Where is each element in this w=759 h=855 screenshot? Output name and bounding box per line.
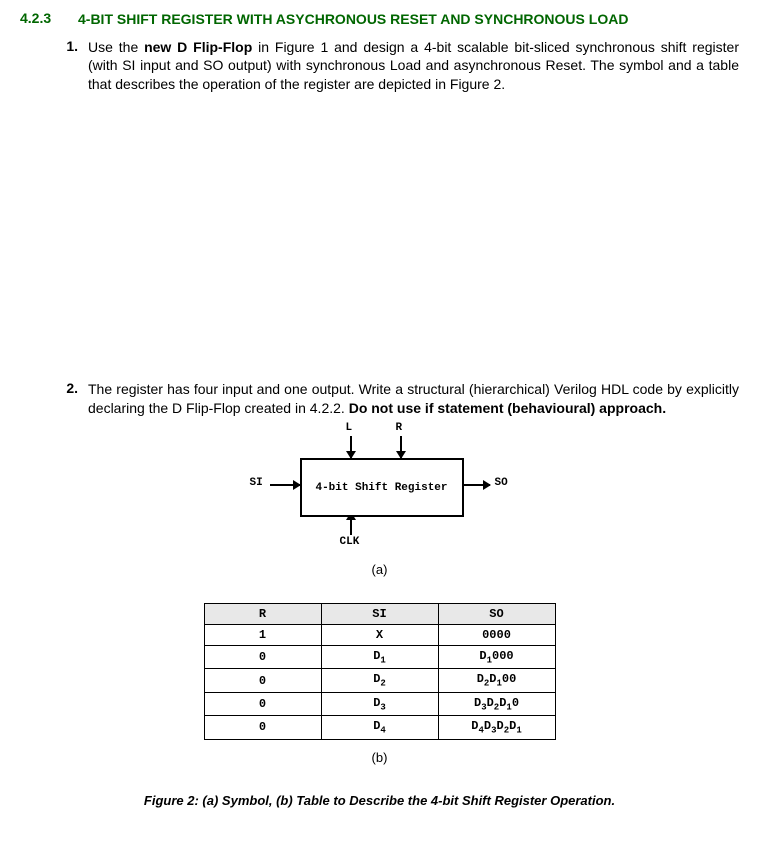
- vertical-gap: [20, 100, 739, 380]
- label-clk: CLK: [340, 536, 360, 548]
- table-cell: X: [321, 625, 438, 646]
- table-cell: D4: [321, 716, 438, 739]
- table-row: 0D4D4D3D2D1: [204, 716, 555, 739]
- list-item-1: 1. Use the new D Flip-Flop in Figure 1 a…: [20, 38, 739, 95]
- sublabel-a: (a): [372, 562, 388, 577]
- item-body: The register has four input and one outp…: [88, 380, 739, 418]
- table-cell: 0000: [438, 625, 555, 646]
- table-row: 0D3D3D2D10: [204, 692, 555, 715]
- table-cell: 0: [204, 669, 321, 692]
- label-so: SO: [495, 477, 508, 489]
- th-so: SO: [438, 604, 555, 625]
- table-row: 1X0000: [204, 625, 555, 646]
- item-body: Use the new D Flip-Flop in Figure 1 and …: [88, 38, 739, 95]
- table-cell: D1: [321, 646, 438, 669]
- sublabel-b: (b): [372, 750, 388, 765]
- block-diagram: L R SI SO CLK 4-bit Shift Register: [260, 428, 500, 558]
- list-item-2: 2. The register has four input and one o…: [20, 380, 739, 418]
- arrow-si: [270, 484, 300, 486]
- table-row: 0D1D1000: [204, 646, 555, 669]
- table-cell: D2: [321, 669, 438, 692]
- arrow-so: [460, 484, 490, 486]
- table-header-row: R SI SO: [204, 604, 555, 625]
- text: Use the: [88, 39, 144, 55]
- label-l: L: [346, 422, 353, 434]
- section-heading: 4.2.3 4-BIT SHIFT REGISTER WITH ASYCHRON…: [20, 10, 739, 30]
- table-cell: D4D3D2D1: [438, 716, 555, 739]
- table-cell: D2D100: [438, 669, 555, 692]
- label-r: R: [396, 422, 403, 434]
- arrow-r: [400, 436, 402, 458]
- table-cell: D1000: [438, 646, 555, 669]
- figure-caption: Figure 2: (a) Symbol, (b) Table to Descr…: [144, 793, 615, 808]
- table-cell: 0: [204, 646, 321, 669]
- bold-text: new D Flip-Flop: [144, 39, 252, 55]
- th-r: R: [204, 604, 321, 625]
- register-box: 4-bit Shift Register: [300, 458, 464, 517]
- figure-2: L R SI SO CLK 4-bit Shift Register (a) R…: [20, 428, 739, 808]
- table-cell: D3D2D10: [438, 692, 555, 715]
- page: 4.2.3 4-BIT SHIFT REGISTER WITH ASYCHRON…: [0, 0, 759, 828]
- table-row: 0D2D2D100: [204, 669, 555, 692]
- table-cell: D3: [321, 692, 438, 715]
- label-si: SI: [250, 477, 263, 489]
- table-cell: 0: [204, 716, 321, 739]
- th-si: SI: [321, 604, 438, 625]
- table-cell: 0: [204, 692, 321, 715]
- truth-table: R SI SO 1X00000D1D10000D2D2D1000D3D3D2D1…: [204, 603, 556, 740]
- table-cell: 1: [204, 625, 321, 646]
- item-number: 2.: [20, 380, 88, 396]
- bold-text: Do not use if statement (behavioural) ap…: [349, 400, 666, 416]
- arrow-l: [350, 436, 352, 458]
- section-number: 4.2.3: [20, 10, 78, 26]
- section-title: 4-BIT SHIFT REGISTER WITH ASYCHRONOUS RE…: [78, 10, 739, 30]
- item-number: 1.: [20, 38, 88, 54]
